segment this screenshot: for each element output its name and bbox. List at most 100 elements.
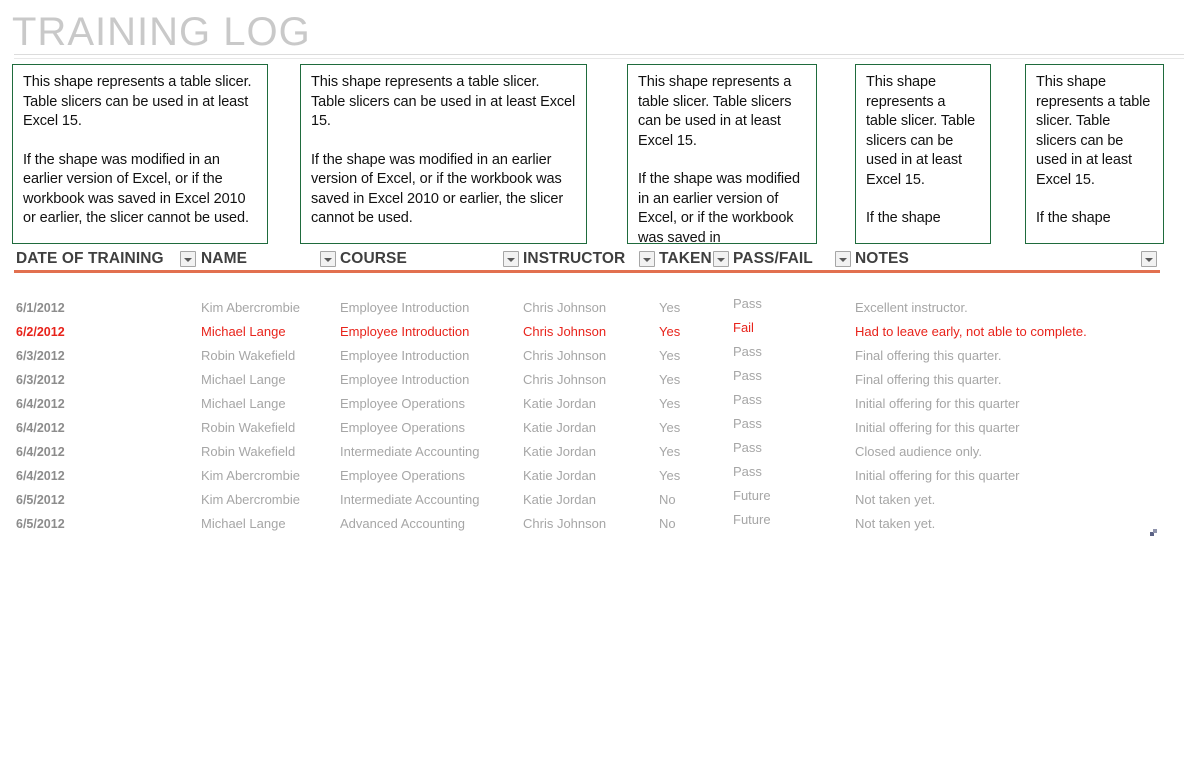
cell-notes: Closed audience only. [855, 444, 982, 459]
slicer-note-5[interactable]: This shape represents a table slicer. Ta… [1025, 64, 1164, 244]
cell-course: Employee Introduction [340, 300, 470, 315]
slicer-note-2[interactable]: This shape represents a table slicer. Ta… [300, 64, 587, 244]
cell-date: 6/2/2012 [16, 325, 65, 339]
filter-dropdown-icon-passfail[interactable] [835, 251, 851, 267]
cell-name: Robin Wakefield [201, 420, 296, 435]
cell-passfail: Pass [733, 296, 762, 311]
cell-passfail: Pass [733, 344, 762, 359]
filter-dropdown-icon-notes[interactable] [1141, 251, 1157, 267]
slicer-note-4[interactable]: This shape represents a table slicer. Ta… [855, 64, 991, 244]
cell-instructor: Chris Johnson [523, 300, 607, 315]
filter-dropdown-icon-taken[interactable] [713, 251, 729, 267]
cell-instructor: Chris Johnson [523, 324, 607, 339]
cell-passfail: Pass [733, 392, 762, 407]
column-header-name[interactable]: NAME [201, 248, 247, 269]
column-header-instructor[interactable]: INSTRUCTOR [523, 248, 625, 269]
cell-passfail: Pass [733, 416, 762, 431]
cell-taken: Yes [659, 420, 681, 435]
cell-passfail: Pass [733, 464, 762, 479]
cell-name: Michael Lange [201, 396, 286, 411]
training-log-table: DATE OF TRAINING NAME COURSE INSTRUCTOR … [0, 248, 1196, 536]
cell-taken: Yes [659, 372, 681, 387]
column-header-notes[interactable]: NOTES [855, 248, 909, 269]
column-header-taken[interactable]: TAKEN [659, 248, 712, 269]
cell-notes: Initial offering for this quarter [855, 468, 1020, 483]
cell-date: 6/4/2012 [16, 421, 65, 435]
slicer-note-3-para2: If the shape was modified in an earlier … [638, 171, 800, 244]
cell-date: 6/5/2012 [16, 517, 65, 531]
slicer-note-4-para2: If the shape [866, 210, 941, 226]
cell-course: Employee Introduction [340, 348, 470, 363]
cell-name: Kim Abercrombie [201, 492, 300, 507]
cell-taken: Yes [659, 468, 681, 483]
slicer-note-3[interactable]: This shape represents a table slicer. Ta… [627, 64, 817, 244]
cell-name: Michael Lange [201, 324, 286, 339]
cell-name: Robin Wakefield [201, 348, 296, 363]
cell-passfail: Future [733, 488, 771, 503]
column-header-passfail[interactable]: PASS/FAIL [733, 248, 813, 269]
cell-name: Kim Abercrombie [201, 468, 300, 483]
page-title: TRAINING LOG [12, 10, 311, 54]
cell-course: Intermediate Accounting [340, 444, 480, 459]
cell-notes: Not taken yet. [855, 492, 936, 507]
cell-date: 6/5/2012 [16, 493, 65, 507]
cell-name: Robin Wakefield [201, 444, 296, 459]
table-resize-handle[interactable] [1150, 529, 1157, 536]
cell-course: Employee Operations [340, 420, 466, 435]
cell-notes: Initial offering for this quarter [855, 396, 1020, 411]
cell-course: Employee Introduction [340, 372, 470, 387]
cell-date: 6/4/2012 [16, 397, 65, 411]
cell-date: 6/3/2012 [16, 373, 65, 387]
cell-instructor: Chris Johnson [523, 516, 607, 531]
cell-taken: Yes [659, 324, 681, 339]
title-divider [14, 54, 1184, 59]
cell-instructor: Katie Jordan [523, 468, 596, 483]
cell-course: Employee Operations [340, 468, 466, 483]
cell-notes: Initial offering for this quarter [855, 420, 1020, 435]
cell-passfail: Pass [733, 368, 762, 383]
slicer-note-5-para2: If the shape [1036, 210, 1111, 226]
cell-date: 6/3/2012 [16, 349, 65, 363]
cell-taken: No [659, 492, 676, 507]
slicer-note-4-para1: This shape represents a table slicer. Ta… [866, 74, 976, 188]
cell-taken: No [659, 516, 676, 531]
column-header-course[interactable]: COURSE [340, 248, 407, 269]
cell-taken: Yes [659, 444, 681, 459]
cell-notes: Excellent instructor. [855, 300, 968, 315]
cell-course: Employee Introduction [340, 324, 470, 339]
slicer-note-1-para1: This shape represents a table slicer. Ta… [23, 74, 252, 129]
table-body: 6/1/2012 Kim Abercrombie Employee Introduc… [0, 273, 1196, 531]
cell-name: Michael Lange [201, 516, 286, 531]
slicer-note-3-para1: This shape represents a table slicer. Ta… [638, 74, 792, 149]
slicer-note-1-para2: If the shape was modified in an earlier … [23, 151, 249, 227]
cell-passfail: Future [733, 512, 771, 527]
cell-notes: Final offering this quarter. [855, 348, 1002, 363]
cell-instructor: Katie Jordan [523, 492, 596, 507]
slicer-note-5-para1: This shape represents a table slicer. Ta… [1036, 74, 1151, 188]
cell-date: 6/1/2012 [16, 301, 65, 315]
cell-date: 6/4/2012 [16, 445, 65, 459]
cell-date: 6/4/2012 [16, 469, 65, 483]
slicer-note-1[interactable]: This shape represents a table slicer. Ta… [12, 64, 268, 244]
cell-passfail: Fail [733, 320, 754, 335]
slicer-note-2-para1: This shape represents a table slicer. Ta… [311, 74, 576, 129]
cell-instructor: Chris Johnson [523, 372, 607, 387]
cell-course: Employee Operations [340, 396, 466, 411]
cell-instructor: Chris Johnson [523, 348, 607, 363]
cell-notes: Final offering this quarter. [855, 372, 1002, 387]
filter-dropdown-icon-name[interactable] [320, 251, 336, 267]
cell-notes: Had to leave early, not able to complete… [855, 324, 1087, 339]
filter-dropdown-icon-date[interactable] [180, 251, 196, 267]
table-header-row: DATE OF TRAINING NAME COURSE INSTRUCTOR … [0, 248, 1196, 273]
cell-name: Michael Lange [201, 372, 286, 387]
cell-notes: Not taken yet. [855, 516, 936, 531]
filter-dropdown-icon-course[interactable] [503, 251, 519, 267]
column-header-date[interactable]: DATE OF TRAINING [16, 248, 164, 269]
cell-course: Intermediate Accounting [340, 492, 480, 507]
cell-instructor: Katie Jordan [523, 444, 596, 459]
cell-taken: Yes [659, 348, 681, 363]
filter-dropdown-icon-instructor[interactable] [639, 251, 655, 267]
cell-name: Kim Abercrombie [201, 300, 300, 315]
slicer-note-2-para2: If the shape was modified in an earlier … [311, 151, 564, 227]
cell-passfail: Pass [733, 440, 762, 455]
